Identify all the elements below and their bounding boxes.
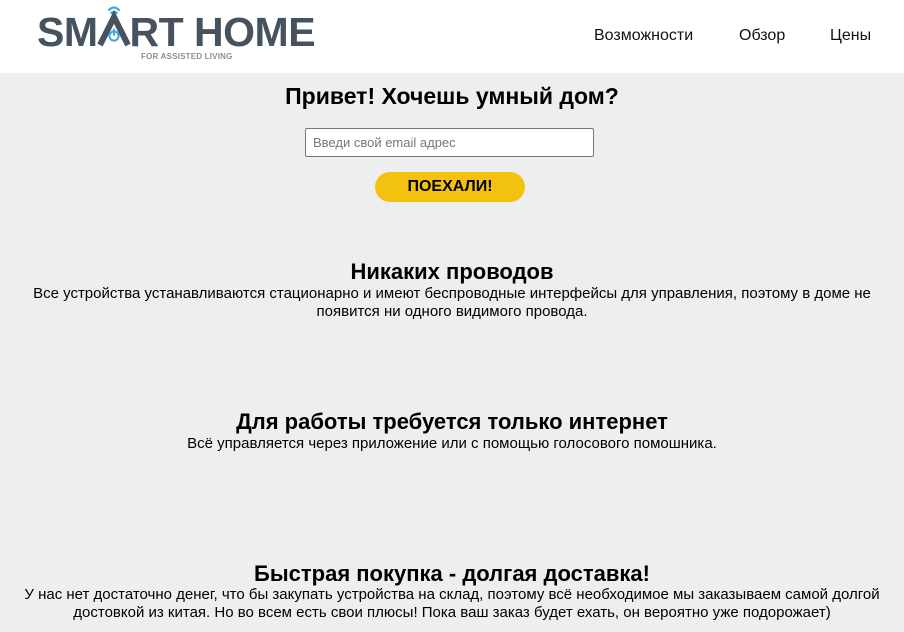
go-button[interactable]: ПОЕХАЛИ! [375, 172, 525, 202]
nav-item-prices[interactable]: Цены [830, 0, 871, 71]
feature-text: Все устройства устанавливаются стационар… [33, 285, 871, 320]
email-input[interactable] [305, 128, 594, 157]
site-header: SM RT HOME FOR ASSISTED LIVING Возможнос… [0, 0, 904, 73]
feature-text: Всё управляется через приложение или с п… [187, 435, 717, 452]
feature-title: Для работы требуется только интернет [236, 409, 668, 434]
nav-item-features[interactable]: Возможности [594, 0, 693, 71]
main-nav: Возможности Обзор Цены [0, 0, 904, 73]
feature-title: Быстрая покупка - долгая доставка! [254, 561, 650, 586]
nav-item-overview[interactable]: Обзор [739, 0, 785, 71]
feature-title: Никаких проводов [350, 259, 554, 284]
hero-title: Привет! Хочешь умный дом? [285, 83, 619, 109]
feature-text: У нас нет достаточно денег, что бы закуп… [24, 586, 880, 621]
